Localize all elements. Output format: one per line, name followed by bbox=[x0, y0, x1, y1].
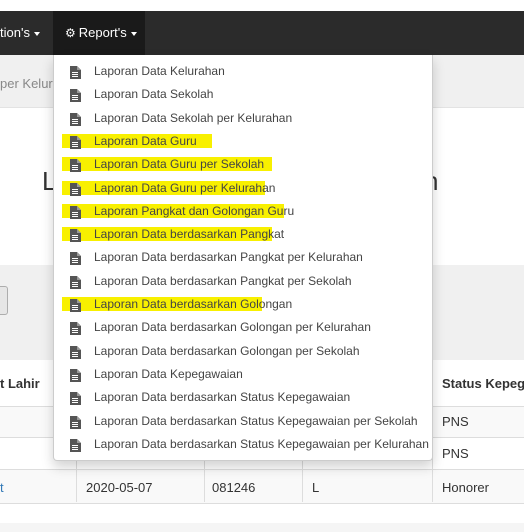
report-menu-item-label: Laporan Data berdasarkan Golongan bbox=[94, 297, 293, 311]
report-menu-item-label: Laporan Pangkat dan Golongan Guru bbox=[94, 203, 295, 218]
report-menu-item[interactable]: Laporan Data Guru per Sekolah bbox=[54, 153, 432, 176]
report-menu-item[interactable]: Laporan Data berdasarkan Status Kepegawa… bbox=[54, 433, 432, 456]
table-cell-code: 081246 bbox=[212, 480, 256, 495]
report-menu-item[interactable]: Laporan Data berdasarkan Status Kepegawa… bbox=[54, 386, 432, 409]
report-menu-item[interactable]: Laporan Data Guru bbox=[54, 130, 432, 153]
document-icon bbox=[70, 275, 81, 294]
table-cell-link[interactable]: t bbox=[0, 480, 4, 495]
report-menu-item-label: Laporan Data berdasarkan Pangkat per Sek… bbox=[94, 273, 352, 288]
nav-menu-previous[interactable]: tion's bbox=[0, 11, 40, 55]
document-icon bbox=[70, 229, 81, 247]
document-icon bbox=[70, 112, 81, 131]
report-menu-item[interactable]: Laporan Data berdasarkan Pangkat per Sek… bbox=[54, 270, 432, 293]
document-icon bbox=[70, 89, 81, 107]
report-dropdown-menu: Laporan Data Kelurahan Laporan Data Sekol… bbox=[53, 55, 433, 461]
table-cell-status: PNS bbox=[442, 414, 469, 429]
report-menu-item[interactable]: Laporan Data Sekolah per Kelurahan bbox=[54, 107, 432, 130]
report-menu-item[interactable]: Laporan Data berdasarkan Golongan per Ke… bbox=[54, 316, 432, 339]
report-menu-item[interactable]: Laporan Data Guru per Kelurahan bbox=[54, 177, 432, 200]
document-icon bbox=[70, 205, 81, 224]
report-menu-item-label: Laporan Data berdasarkan Status Kepegawa… bbox=[94, 436, 429, 451]
report-menu-item[interactable]: Laporan Data Sekolah bbox=[54, 83, 432, 106]
report-menu-item-label: Laporan Data berdasarkan Status Kepegawa… bbox=[94, 413, 418, 428]
nav-menu-reports-label: Report's bbox=[78, 25, 127, 40]
report-menu-item-label: Laporan Data berdasarkan Golongan per Se… bbox=[94, 343, 360, 358]
document-icon bbox=[70, 438, 81, 457]
table-header-birth: t Lahir bbox=[0, 376, 40, 391]
report-menu-item[interactable]: Laporan Data Kepegawaian bbox=[54, 363, 432, 386]
report-menu-item-label: Laporan Data Kelurahan bbox=[94, 64, 225, 78]
report-menu-item-label: Laporan Data berdasarkan Status Kepegawa… bbox=[94, 390, 351, 405]
report-menu-item-label: Laporan Data berdasarkan Golongan per Ke… bbox=[94, 320, 371, 335]
report-menu-item[interactable]: Laporan Data berdasarkan Status Kepegawa… bbox=[54, 410, 432, 433]
report-menu-item-label: Laporan Data Guru bbox=[94, 133, 197, 148]
document-icon bbox=[70, 322, 81, 340]
report-menu-item-label: Laporan Data Guru per Sekolah bbox=[94, 157, 265, 172]
document-icon bbox=[70, 392, 81, 410]
report-menu-item[interactable]: Laporan Data Kelurahan bbox=[54, 60, 432, 83]
table-cell-status: Honorer bbox=[442, 480, 489, 495]
nav-menu-reports[interactable]: ⚙ Report's bbox=[53, 11, 145, 55]
report-menu-item-label: Laporan Data berdasarkan Pangkat per Kel… bbox=[94, 250, 363, 265]
navbar: tion's ⚙ Report's bbox=[0, 11, 524, 55]
report-menu-item[interactable]: Laporan Data berdasarkan Golongan bbox=[54, 293, 432, 316]
report-menu-item[interactable]: Laporan Data berdasarkan Pangkat per Kel… bbox=[54, 246, 432, 269]
document-icon bbox=[70, 182, 81, 201]
report-menu-item-label: Laporan Data Guru per Kelurahan bbox=[94, 180, 276, 195]
report-menu-item-label: Laporan Data Kepegawaian bbox=[94, 366, 243, 381]
report-menu-item[interactable]: Laporan Data berdasarkan Pangkat bbox=[54, 223, 432, 246]
report-menu-item[interactable]: Laporan Pangkat dan Golongan Guru bbox=[54, 200, 432, 223]
caret-down-icon bbox=[33, 31, 40, 36]
document-icon bbox=[70, 368, 81, 387]
document-icon bbox=[70, 252, 81, 270]
gear-icon: ⚙ bbox=[65, 26, 76, 40]
table-header-status: Status Kepegav bbox=[442, 376, 524, 391]
document-icon bbox=[70, 415, 81, 434]
filter-button[interactable] bbox=[0, 286, 8, 315]
report-menu-item[interactable]: Laporan Data berdasarkan Golongan per Se… bbox=[54, 340, 432, 363]
document-icon bbox=[70, 299, 81, 317]
top-strip bbox=[0, 0, 524, 11]
footer-strip bbox=[0, 523, 524, 532]
breadcrumb: per Kelur bbox=[0, 76, 53, 91]
nav-menu-previous-label: tion's bbox=[0, 25, 30, 40]
report-menu-item-label: Laporan Data Sekolah bbox=[94, 87, 214, 102]
report-menu-item-label: Laporan Data berdasarkan Pangkat bbox=[94, 227, 285, 242]
table-cell-gender: L bbox=[312, 480, 320, 495]
report-menu-item-label: Laporan Data Sekolah per Kelurahan bbox=[94, 110, 293, 125]
table-cell-date: 2020-05-07 bbox=[86, 480, 153, 495]
document-icon bbox=[70, 345, 81, 364]
table-cell-status: PNS bbox=[442, 446, 469, 461]
document-icon bbox=[70, 135, 81, 154]
document-icon bbox=[70, 66, 81, 84]
document-icon bbox=[70, 159, 81, 177]
caret-down-icon bbox=[130, 31, 137, 36]
